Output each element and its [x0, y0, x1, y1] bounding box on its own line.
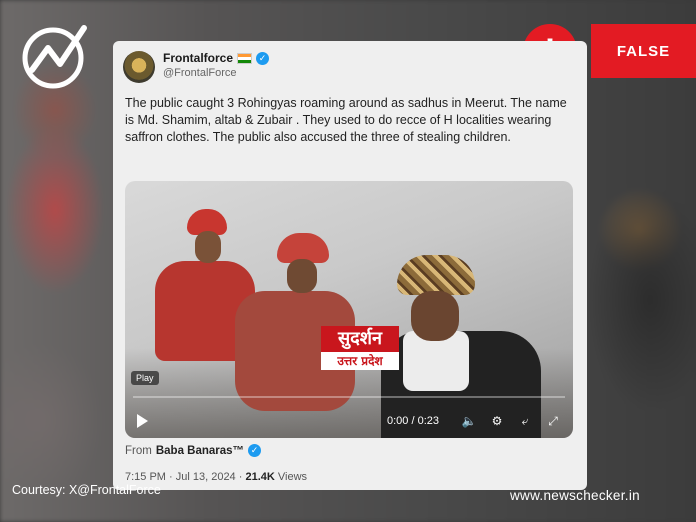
video-time: 0:00 / 0:23	[387, 415, 439, 427]
newschecker-logo-icon	[22, 25, 87, 89]
play-icon[interactable]	[137, 414, 148, 428]
pip-icon[interactable]: ⤶	[517, 413, 533, 429]
video-controls: 0:00 / 0:23 🔈 ⚙ ⤶ ⤢	[125, 404, 573, 438]
channel-logo: सुदर्शन उत्तर प्रदेश	[321, 326, 399, 370]
avatar[interactable]	[123, 51, 155, 83]
views-count: 21.4K	[245, 471, 275, 483]
courtesy-caption: Courtesy: X@FrontalForce	[12, 483, 161, 497]
video-progress-bar[interactable]	[133, 396, 565, 398]
volume-icon[interactable]: 🔈	[461, 413, 477, 429]
tweet-card: Frontalforce ✓ @FrontalForce The public …	[113, 41, 587, 490]
user-handle[interactable]: @FrontalForce	[163, 67, 269, 79]
fullscreen-icon[interactable]: ⤢	[545, 413, 561, 429]
timestamp[interactable]: 7:15 PM · Jul 13, 2024 ·	[125, 471, 242, 483]
verified-badge-icon: ✓	[248, 444, 262, 457]
verified-badge-icon: ✓	[256, 51, 270, 65]
display-name[interactable]: Frontalforce	[163, 51, 233, 65]
settings-gear-icon[interactable]: ⚙	[489, 413, 505, 429]
video-player[interactable]: सुदर्शन उत्तर प्रदेश Play 0:00 / 0:23 🔈 …	[125, 181, 573, 438]
india-flag-icon	[237, 52, 253, 64]
play-badge[interactable]: Play	[131, 371, 159, 385]
site-url: www.newschecker.in	[510, 488, 640, 503]
tweet-header: Frontalforce ✓ @FrontalForce	[123, 51, 270, 83]
tweet-meta: 7:15 PM · Jul 13, 2024 · 21.4K Views	[125, 471, 307, 483]
views-label: Views	[277, 471, 308, 483]
verdict-badge: FALSE	[591, 24, 696, 78]
source-account[interactable]: Baba Banaras™	[156, 445, 244, 457]
tweet-text: The public caught 3 Rohingyas roaming ar…	[125, 96, 567, 144]
video-source: From Baba Banaras™ ✓	[125, 444, 262, 457]
